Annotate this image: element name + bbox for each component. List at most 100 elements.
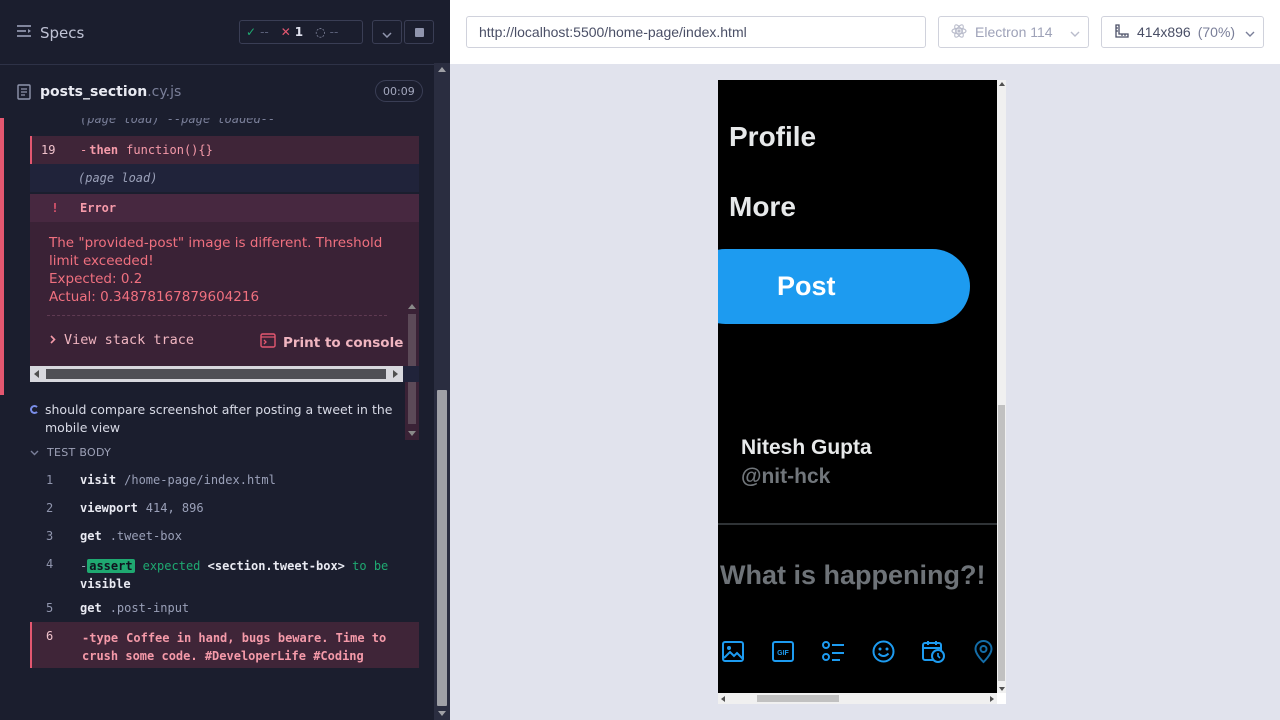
location-icon[interactable] — [971, 639, 996, 664]
command-arg: 414, 896 — [145, 501, 204, 515]
error-title: Error — [80, 201, 117, 215]
scroll-up-icon[interactable] — [438, 67, 446, 72]
tweet-input[interactable]: What is happening?! — [720, 560, 985, 591]
sub-command-row[interactable]: (page load) — [30, 164, 419, 192]
test-title-text: should compare screenshot after posting … — [45, 402, 393, 435]
command-row[interactable]: 3 get .tweet-box — [30, 522, 419, 550]
assert-visible: visible — [80, 577, 131, 591]
reporter-scrollbar[interactable] — [434, 63, 450, 720]
spec-file-ext: .cy.js — [147, 84, 182, 100]
scroll-down-icon[interactable] — [438, 711, 446, 716]
scroll-up-icon[interactable] — [999, 82, 1005, 86]
scroll-right-icon[interactable] — [393, 370, 398, 378]
scroll-left-icon[interactable] — [721, 696, 725, 702]
view-stack-trace-button[interactable]: View stack trace — [50, 332, 194, 348]
chevron-down-icon — [382, 23, 392, 42]
spec-file-name[interactable]: posts_section.cy.js — [40, 84, 181, 100]
command-row[interactable]: 1 visit /home-page/index.html — [30, 466, 419, 494]
print-to-console-button[interactable]: Print to console — [260, 333, 403, 352]
command-arg: .tweet-box — [109, 529, 182, 543]
list-icon — [16, 24, 32, 42]
scrollbar-thumb[interactable] — [998, 405, 1005, 681]
command-arg: .post-input — [109, 601, 190, 615]
command-line-number: 1 — [46, 473, 54, 487]
type-command-text: -type Coffee in hand, bugs beware. Time t… — [82, 629, 412, 665]
check-icon: ✓ — [246, 25, 257, 39]
command-log: (page load) --page loaded-- 19 - then fu… — [0, 118, 434, 720]
ruler-icon — [1114, 23, 1130, 42]
scrollbar-thumb[interactable] — [46, 369, 386, 379]
x-icon: ✕ — [280, 25, 291, 39]
command-name: get — [80, 529, 102, 543]
command-line-number: 2 — [46, 501, 54, 515]
spec-duration: 00:09 — [375, 80, 423, 102]
user-handle: @nit-hck — [741, 465, 831, 488]
passed-stat: ✓ -- — [240, 21, 275, 43]
scroll-left-icon[interactable] — [34, 370, 39, 378]
image-icon[interactable] — [721, 639, 746, 664]
command-name: then — [89, 143, 119, 157]
aut-header: http://localhost:5500/home-page/index.ht… — [450, 0, 1280, 64]
pending-icon: ◌ — [315, 25, 326, 39]
failed-command-row[interactable]: 19 - then function(){} — [30, 136, 419, 164]
failed-command-row[interactable]: 6 -type Coffee in hand, bugs beware. Time… — [30, 622, 419, 668]
divider — [718, 523, 997, 525]
browser-name: Electron 114 — [975, 24, 1053, 40]
gif-icon[interactable]: GIF — [771, 639, 796, 664]
nav-more[interactable]: More — [729, 191, 796, 223]
browser-selector[interactable]: Electron 114 — [938, 16, 1089, 48]
command-row[interactable]: 5 get .post-input — [30, 594, 419, 622]
stack-trace-label: View stack trace — [64, 332, 195, 348]
viewport-scale: (70%) — [1197, 24, 1236, 40]
app-preview: Profile More Post Nitesh Gupta @nit-hck … — [718, 80, 997, 693]
poll-icon[interactable] — [821, 639, 846, 664]
user-name: Nitesh Gupta — [741, 436, 872, 459]
failed-stat: ✕ 1 — [275, 21, 309, 43]
test-stats: ✓ -- ✕ 1 ◌ -- — [239, 20, 363, 44]
post-button[interactable]: Post — [718, 249, 970, 324]
emoji-icon[interactable] — [871, 639, 896, 664]
scroll-right-icon[interactable] — [990, 696, 994, 702]
scrollbar-thumb[interactable] — [437, 390, 447, 706]
reporter-panel: Specs ✓ -- ✕ 1 ◌ -- posts_section.cy.js … — [0, 0, 450, 720]
error-line: Actual: 0.34878167879604216 — [49, 289, 260, 305]
nav-profile[interactable]: Profile — [729, 121, 816, 153]
assert-command-row[interactable]: 4 - assert expected <section.tweet-box> to… — [30, 550, 419, 594]
assert-expected: expected — [142, 559, 201, 573]
command-name: viewport — [80, 501, 138, 515]
test-body-toggle[interactable]: TEST BODY — [30, 446, 111, 459]
command-row[interactable]: 2 viewport 414, 896 — [30, 494, 419, 522]
url-bar[interactable]: http://localhost:5500/home-page/index.ht… — [466, 16, 926, 48]
test-body-commands: 1 visit /home-page/index.html 2 viewport… — [30, 466, 419, 668]
specs-toggle-button[interactable]: Specs — [16, 22, 84, 44]
specs-label: Specs — [40, 24, 85, 42]
scroll-down-icon[interactable] — [999, 687, 1005, 691]
command-line-number: 4 — [46, 557, 54, 571]
pending-stat: ◌ -- — [309, 21, 344, 43]
aut-vertical-scrollbar[interactable] — [997, 80, 1006, 693]
error-horizontal-scrollbar[interactable] — [30, 366, 419, 382]
command-line-number: 19 — [41, 143, 56, 157]
aut-horizontal-scrollbar[interactable] — [718, 693, 997, 704]
pending-count: -- — [329, 25, 339, 39]
scrollbar-corner — [403, 366, 419, 382]
schedule-icon[interactable] — [921, 639, 946, 664]
failed-test-indicator — [0, 118, 4, 395]
chevron-down-icon — [1245, 24, 1255, 40]
chevron-down-icon — [1070, 24, 1080, 40]
tweet-toolbar: GIF — [721, 639, 996, 664]
test-title[interactable]: should compare screenshot after posting … — [30, 401, 410, 437]
expand-collapse-button[interactable] — [372, 20, 402, 44]
scrollbar-thumb[interactable] — [757, 695, 839, 702]
assert-to-be: to be — [352, 559, 389, 573]
spec-file-basename: posts_section — [40, 84, 148, 100]
svg-text:GIF: GIF — [777, 650, 789, 657]
scroll-up-icon[interactable] — [408, 304, 416, 309]
viewport-size: 414x896 — [1137, 24, 1191, 40]
assert-text: - assert expected <section.tweet-box> to b… — [80, 557, 410, 593]
command-line-number: 5 — [46, 601, 54, 615]
command-name: get — [80, 601, 102, 615]
error-message: The "provided-post" image is different. … — [49, 234, 399, 306]
stop-button[interactable] — [404, 20, 434, 44]
viewport-selector[interactable]: 414x896 (70%) — [1101, 16, 1264, 48]
